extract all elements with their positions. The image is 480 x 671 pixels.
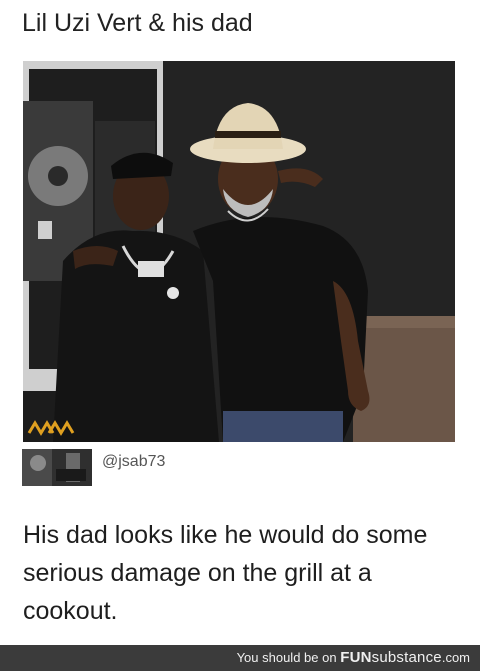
comment-text: His dad looks like he would do some seri… [23, 521, 428, 625]
post-photo[interactable] [23, 61, 455, 442]
photo-illustration [23, 61, 455, 442]
footer-brand[interactable]: FUNsubstance [340, 649, 442, 666]
footer-banner[interactable]: You should be on FUNsubstance.com [0, 645, 480, 671]
footer-domain: .com [441, 650, 470, 665]
avatar[interactable] [22, 449, 92, 486]
comment-author[interactable]: @jsab73 [22, 449, 462, 487]
avatar-image [22, 449, 92, 486]
comment-handle[interactable]: @jsab73 [102, 452, 165, 472]
post-title: Lil Uzi Vert & his dad [22, 9, 253, 37]
footer-brand-bold: FUN [340, 649, 372, 666]
footer-prefix: You should be on [236, 650, 337, 665]
footer-brand-rest: substance [371, 649, 442, 666]
